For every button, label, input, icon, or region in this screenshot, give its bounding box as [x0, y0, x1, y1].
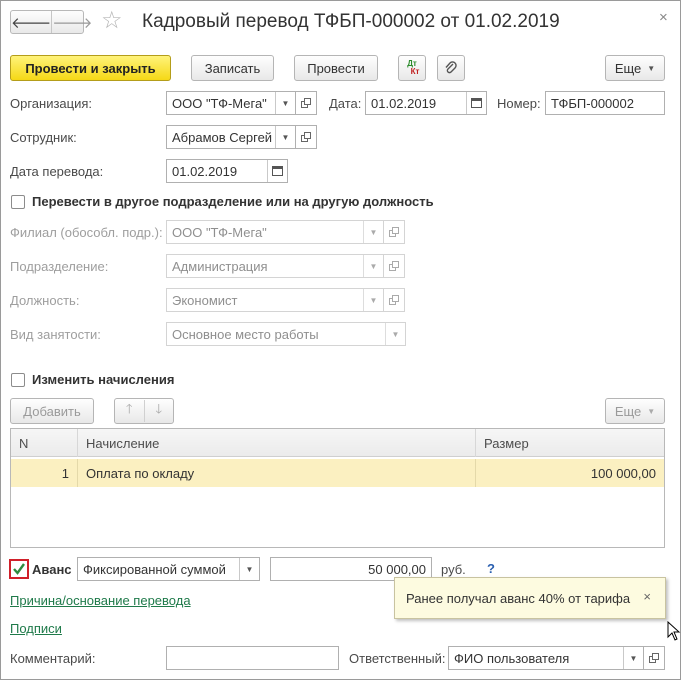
transfer-calendar-icon[interactable] — [267, 160, 287, 182]
responsible-dropdown-icon[interactable]: ▼ — [623, 647, 643, 669]
transfer-checkbox-label: Перевести в другое подразделение или на … — [32, 194, 434, 209]
position-open-icon[interactable] — [383, 288, 405, 312]
advance-checkbox[interactable] — [9, 559, 29, 579]
department-field[interactable]: Администрация ▼ — [166, 254, 384, 278]
accruals-checkbox-label: Изменить начисления — [32, 372, 175, 387]
employment-dropdown-icon[interactable]: ▼ — [385, 323, 405, 345]
responsible-field[interactable]: ФИО пользователя ▼ — [448, 646, 644, 670]
back-arrow-icon[interactable]: 🡐 — [11, 11, 51, 33]
advance-tooltip: Ранее получал аванс 40% от тарифа × — [394, 577, 666, 619]
date-field[interactable]: 01.02.2019 — [365, 91, 487, 115]
department-dropdown-icon[interactable]: ▼ — [363, 255, 383, 277]
transfer-date-label: Дата перевода: — [10, 164, 104, 179]
org-dropdown-icon[interactable]: ▼ — [275, 92, 295, 114]
position-value: Экономист — [172, 292, 238, 308]
advance-label: Аванс — [32, 562, 72, 577]
calendar-icon[interactable] — [466, 92, 486, 114]
add-button[interactable]: Добавить — [10, 398, 94, 424]
kt-label: Кт — [410, 67, 420, 76]
help-icon[interactable]: ? — [487, 561, 495, 576]
department-value: Администрация — [172, 258, 268, 274]
post-and-close-button[interactable]: Провести и закрыть — [10, 55, 171, 81]
caret-down-icon: ▼ — [647, 406, 656, 416]
employment-label: Вид занятости: — [10, 327, 101, 342]
position-label: Должность: — [10, 293, 80, 308]
employee-dropdown-icon[interactable]: ▼ — [275, 126, 295, 148]
row-amount: 100 000,00 — [590, 465, 656, 481]
tooltip-close-icon[interactable]: × — [643, 589, 651, 604]
branch-label: Филиал (обособл. подр.): — [10, 225, 163, 240]
date-value: 01.02.2019 — [371, 95, 437, 111]
write-button[interactable]: Записать — [191, 55, 274, 81]
favorite-star-icon[interactable]: ☆ — [101, 7, 123, 35]
employment-value: Основное место работы — [172, 326, 319, 342]
check-mark-icon — [13, 563, 25, 575]
org-open-icon[interactable] — [295, 91, 317, 115]
row-n: 1 — [11, 459, 78, 487]
table-row[interactable]: 1 Оплата по окладу 100 000,00 — [11, 459, 664, 487]
accruals-table: N Начисление Размер 1 Оплата по окладу 1… — [10, 428, 665, 548]
window-title: Кадровый перевод ТФБП-000002 от 01.02.20… — [142, 11, 560, 32]
row-accrual: Оплата по окладу — [78, 459, 476, 487]
table-more-button[interactable]: Еще ▼ — [605, 398, 665, 424]
branch-field[interactable]: ООО "ТФ-Мега" ▼ — [166, 220, 384, 244]
advance-mode-dropdown-icon[interactable]: ▼ — [239, 558, 259, 580]
tooltip-text: Ранее получал аванс 40% от тарифа — [406, 590, 631, 606]
responsible-open-icon[interactable] — [643, 646, 665, 670]
employment-field[interactable]: Основное место работы ▼ — [166, 322, 406, 346]
column-accrual[interactable]: Начисление — [78, 429, 476, 457]
table-more-label: Еще — [614, 403, 642, 419]
org-value: ООО "ТФ-Мега" — [172, 95, 267, 111]
transfer-checkbox[interactable] — [11, 195, 25, 209]
number-field[interactable]: ТФБП-000002 — [545, 91, 665, 115]
dt-kt-icon[interactable]: Дт Кт — [398, 55, 426, 81]
caret-down-icon: ▼ — [647, 63, 656, 73]
comment-value — [167, 647, 338, 669]
post-button[interactable]: Провести — [294, 55, 378, 81]
department-open-icon[interactable] — [383, 254, 405, 278]
employee-value: Абрамов Сергей — [172, 129, 273, 145]
branch-dropdown-icon[interactable]: ▼ — [363, 221, 383, 243]
responsible-label: Ответственный: — [349, 651, 446, 666]
reason-link[interactable]: Причина/основание перевода — [10, 593, 191, 609]
comment-label: Комментарий: — [10, 651, 96, 666]
column-n[interactable]: N — [11, 429, 78, 457]
org-label: Организация: — [10, 96, 93, 111]
move-down-icon[interactable]: 🡓 — [143, 400, 174, 422]
number-label: Номер: — [497, 96, 541, 111]
move-up-icon[interactable]: 🡑 — [115, 400, 144, 422]
mouse-cursor-icon — [667, 621, 681, 641]
currency-label: руб. — [441, 562, 466, 577]
document-window: 🡐 🡒 ☆ Кадровый перевод ТФБП-000002 от 01… — [0, 0, 681, 680]
branch-value: ООО "ТФ-Мега" — [172, 224, 267, 240]
comment-field[interactable] — [166, 646, 339, 670]
more-button[interactable]: Еще ▼ — [605, 55, 665, 81]
position-field[interactable]: Экономист ▼ — [166, 288, 384, 312]
advance-mode-field[interactable]: Фиксированной суммой ▼ — [77, 557, 260, 581]
more-label: Еще — [614, 60, 642, 76]
employee-field[interactable]: Абрамов Сергей ▼ — [166, 125, 296, 149]
employee-label: Сотрудник: — [10, 130, 77, 145]
navigation-buttons: 🡐 🡒 — [10, 10, 92, 34]
attachment-icon[interactable] — [437, 55, 465, 81]
signatures-link[interactable]: Подписи — [10, 621, 62, 637]
accruals-checkbox[interactable] — [11, 373, 25, 387]
transfer-date-value: 01.02.2019 — [172, 163, 238, 179]
column-amount[interactable]: Размер — [476, 429, 664, 457]
move-buttons: 🡑 🡓 — [114, 398, 174, 424]
close-icon[interactable]: × — [659, 10, 668, 26]
date-label: Дата: — [329, 96, 362, 111]
transfer-date-field[interactable]: 01.02.2019 — [166, 159, 288, 183]
org-field[interactable]: ООО "ТФ-Мега" ▼ — [166, 91, 296, 115]
responsible-value: ФИО пользователя — [454, 650, 570, 666]
position-dropdown-icon[interactable]: ▼ — [363, 289, 383, 311]
forward-arrow-icon[interactable]: 🡒 — [51, 11, 92, 33]
table-header: N Начисление Размер — [11, 429, 664, 457]
employee-open-icon[interactable] — [295, 125, 317, 149]
branch-open-icon[interactable] — [383, 220, 405, 244]
number-value: ТФБП-000002 — [551, 95, 634, 111]
advance-mode-value: Фиксированной суммой — [83, 561, 226, 577]
department-label: Подразделение: — [10, 259, 109, 274]
